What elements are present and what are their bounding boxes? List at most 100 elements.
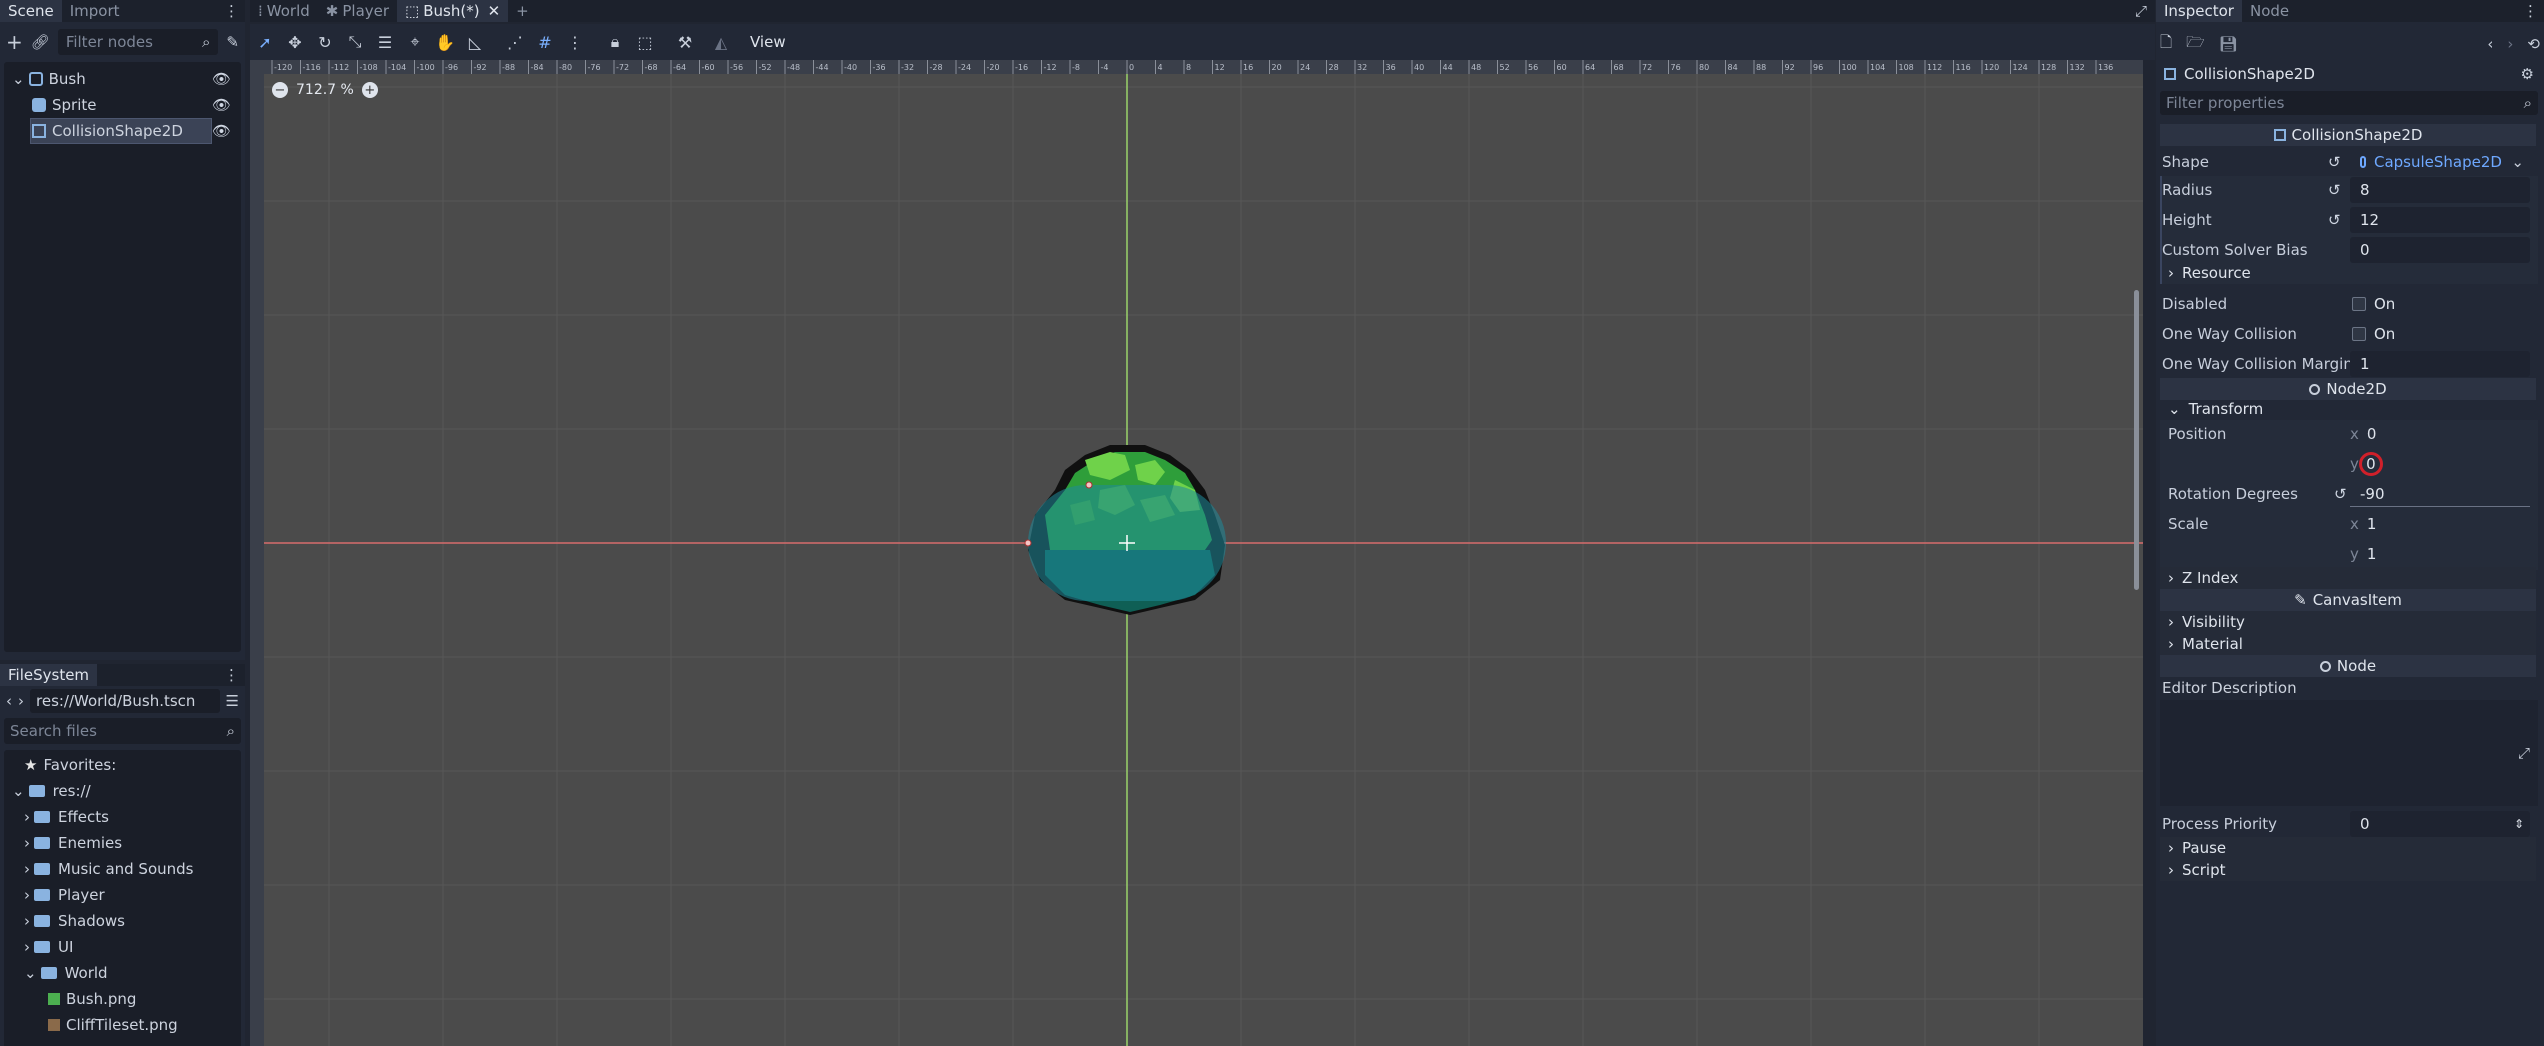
- folder-shadows[interactable]: › Shadows: [4, 908, 241, 934]
- distraction-free-icon[interactable]: ⤢: [2127, 0, 2155, 22]
- scale-x-input[interactable]: x 1: [2350, 511, 2530, 537]
- reset-icon[interactable]: ↺: [2328, 211, 2341, 229]
- tab-scene[interactable]: Scene: [0, 0, 62, 22]
- visibility-eye-icon[interactable]: 👁: [212, 70, 231, 88]
- visibility-eye-icon[interactable]: 👁: [212, 96, 231, 114]
- zoom-in-icon[interactable]: +: [361, 82, 378, 98]
- history-icon[interactable]: ⟲: [2527, 35, 2540, 53]
- folder-effects[interactable]: › Effects: [4, 804, 241, 830]
- snap-options-icon[interactable]: ⋮: [560, 25, 590, 59]
- fold-transform[interactable]: ⌄ Transform: [2160, 398, 2536, 420]
- save-icon[interactable]: 💾︎: [2219, 35, 2238, 53]
- folder-player[interactable]: › Player: [4, 882, 241, 908]
- smart-snap-icon[interactable]: ⋰: [500, 25, 530, 59]
- camera-override-icon[interactable]: ◭: [706, 25, 736, 59]
- one-way-checkbox[interactable]: On: [2350, 321, 2530, 347]
- history-back-icon[interactable]: ‹: [2487, 35, 2493, 53]
- viewport-scrollbar[interactable]: [2134, 290, 2139, 590]
- dock-menu-icon[interactable]: ⋮: [2517, 0, 2544, 22]
- disabled-checkbox[interactable]: On: [2350, 291, 2530, 317]
- fold-pause[interactable]: › Pause: [2160, 837, 2536, 859]
- view-menu[interactable]: View: [744, 33, 792, 51]
- zoom-level[interactable]: 712.7 %: [296, 82, 354, 98]
- ruler-mode-icon[interactable]: ◺: [460, 25, 490, 59]
- fold-resource[interactable]: › Resource: [2160, 262, 2536, 284]
- close-icon[interactable]: ✕: [488, 2, 501, 20]
- radius-input[interactable]: 8: [2350, 177, 2530, 203]
- tree-item-sprite[interactable]: Sprite 👁: [4, 92, 241, 118]
- tree-item-bush[interactable]: ⌄ Bush 👁: [4, 66, 241, 92]
- back-arrow-icon[interactable]: ‹: [6, 692, 12, 710]
- margin-input[interactable]: 1: [2350, 351, 2530, 377]
- folder-root[interactable]: ⌄ res://: [4, 778, 241, 804]
- scale-y-input[interactable]: y 1: [2350, 541, 2530, 567]
- expand-arrow-icon[interactable]: ›: [24, 886, 30, 904]
- expand-arrow-icon[interactable]: ›: [24, 808, 30, 826]
- bias-input[interactable]: 0: [2350, 237, 2530, 263]
- new-resource-icon[interactable]: 🗋: [2160, 32, 2172, 57]
- lock-icon[interactable]: 🔒︎: [600, 25, 630, 59]
- favorites-item[interactable]: ★ Favorites:: [4, 752, 241, 778]
- path-field[interactable]: res://World/Bush.tscn: [30, 689, 220, 713]
- forward-arrow-icon[interactable]: ›: [18, 692, 24, 710]
- file-clifftileset-png[interactable]: CliffTileset.png: [4, 1012, 241, 1038]
- pivot-mode-icon[interactable]: ⌖: [400, 25, 430, 59]
- add-node-icon[interactable]: +: [6, 30, 23, 54]
- skeleton-icon[interactable]: ⚒: [670, 25, 700, 59]
- expand-textarea-icon[interactable]: ⤢: [2518, 744, 2530, 762]
- object-menu-icon[interactable]: ⚙: [2521, 65, 2540, 83]
- visibility-eye-icon[interactable]: 👁: [212, 122, 231, 140]
- link-icon[interactable]: 🔗︎: [31, 33, 50, 51]
- select-mode-icon[interactable]: ➚: [250, 25, 280, 59]
- script-attach-icon[interactable]: ✎: [226, 33, 239, 51]
- rotation-slider[interactable]: -90: [2350, 481, 2530, 507]
- collapse-arrow-icon[interactable]: ⌄: [24, 964, 37, 982]
- collapse-arrow-icon[interactable]: ⌄: [12, 70, 25, 88]
- move-mode-icon[interactable]: ✥: [280, 25, 310, 59]
- fold-visibility[interactable]: › Visibility: [2160, 611, 2536, 633]
- folder-ui[interactable]: › UI: [4, 934, 241, 960]
- history-forward-icon[interactable]: ›: [2507, 35, 2513, 53]
- rotate-mode-icon[interactable]: ↻: [310, 25, 340, 59]
- grid-snap-icon[interactable]: #: [530, 25, 560, 59]
- zoom-out-icon[interactable]: −: [272, 82, 288, 98]
- editor-description-textarea[interactable]: ⤢: [2160, 700, 2538, 806]
- tab-inspector[interactable]: Inspector: [2156, 0, 2242, 22]
- filter-properties-field[interactable]: Filter properties ⌕: [2160, 91, 2538, 115]
- layout-toggle-icon[interactable]: ☰: [226, 692, 239, 710]
- process-priority-spinbox[interactable]: 0 ⇕: [2350, 811, 2530, 837]
- list-select-icon[interactable]: ☰: [370, 25, 400, 59]
- fold-z-index[interactable]: › Z Index: [2160, 567, 2536, 589]
- tree-item-collisionshape2d[interactable]: CollisionShape2D 👁: [4, 118, 241, 144]
- viewport[interactable]: -120 -116 -112 -108 -104 -100 -96 -92 -88 -84 -80-…: [250, 60, 2143, 1046]
- tab-bush[interactable]: ⬚ Bush(*) ✕: [397, 0, 509, 22]
- folder-music[interactable]: › Music and Sounds: [4, 856, 241, 882]
- expand-arrow-icon[interactable]: ›: [24, 860, 30, 878]
- add-tab-button[interactable]: +: [508, 0, 537, 22]
- tab-import[interactable]: Import: [62, 0, 128, 22]
- tab-filesystem[interactable]: FileSystem: [0, 664, 98, 686]
- shape-resource-picker[interactable]: CapsuleShape2D ⌄: [2350, 149, 2530, 175]
- reset-icon[interactable]: ↺: [2328, 153, 2341, 171]
- expand-arrow-icon[interactable]: ›: [24, 834, 30, 852]
- fold-material[interactable]: › Material: [2160, 633, 2536, 655]
- tab-world[interactable]: ⁞ World: [250, 0, 318, 22]
- tab-player[interactable]: ✱ Player: [318, 0, 397, 22]
- open-folder-icon[interactable]: 🗁: [2186, 32, 2205, 57]
- folder-enemies[interactable]: › Enemies: [4, 830, 241, 856]
- tab-node[interactable]: Node: [2242, 0, 2297, 22]
- filter-nodes-field[interactable]: Filter nodes ⌕: [57, 29, 219, 55]
- pan-mode-icon[interactable]: ✋: [430, 25, 460, 59]
- file-bush-png[interactable]: Bush.png: [4, 986, 241, 1012]
- dock-menu-icon[interactable]: ⋮: [218, 0, 245, 22]
- position-x-input[interactable]: x 0: [2350, 421, 2530, 447]
- shape-handle-left[interactable]: [1024, 539, 1032, 547]
- fold-script[interactable]: › Script: [2160, 859, 2536, 881]
- shape-handle-top[interactable]: [1085, 481, 1093, 489]
- folder-world[interactable]: ⌄ World: [4, 960, 241, 986]
- expand-arrow-icon[interactable]: ›: [24, 912, 30, 930]
- search-files-field[interactable]: Search files ⌕: [4, 718, 241, 744]
- height-input[interactable]: 12: [2350, 207, 2530, 233]
- spinbox-arrows-icon[interactable]: ⇕: [2514, 817, 2530, 831]
- scale-mode-icon[interactable]: ⤡: [340, 25, 370, 59]
